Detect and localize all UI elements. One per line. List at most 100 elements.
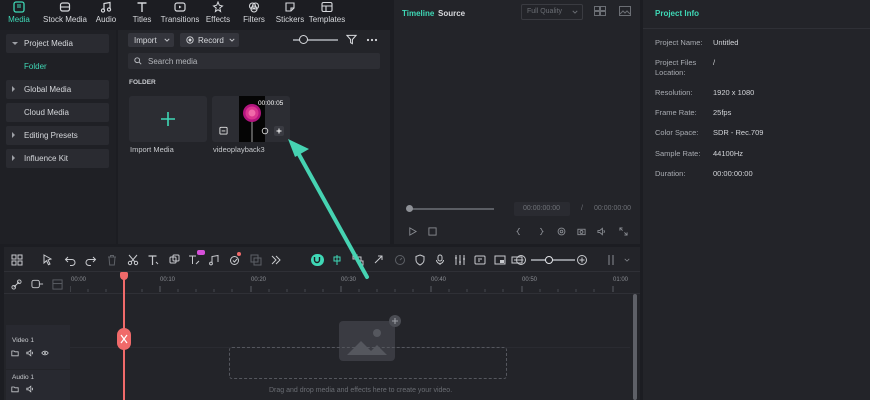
record-dropdown[interactable]: Record — [180, 33, 239, 47]
camera-snapshot-icon[interactable] — [577, 227, 586, 236]
tab-titles[interactable]: Titles — [127, 0, 157, 24]
speaker-icon[interactable] — [26, 385, 34, 393]
stop-icon[interactable] — [428, 227, 437, 236]
current-time-field[interactable]: 00:00:00:00 — [514, 202, 570, 216]
tab-timeline[interactable]: Timeline — [402, 9, 434, 18]
voiceover-icon[interactable] — [474, 254, 486, 266]
speaker-icon[interactable] — [26, 349, 34, 357]
add-track-icon[interactable] — [31, 279, 44, 289]
sidebar-item-cloud-media[interactable]: Cloud Media — [6, 103, 109, 122]
ruler-label: 01:00 — [613, 277, 629, 283]
zoom-out-icon[interactable] — [515, 254, 527, 266]
delete-icon[interactable] — [106, 254, 118, 266]
import-dropdown[interactable]: Import — [128, 33, 174, 47]
sidebar-item-influence-kit[interactable]: Influence Kit — [6, 149, 109, 168]
plus-icon — [276, 128, 282, 134]
drop-zone[interactable] — [229, 347, 507, 379]
undo-icon[interactable] — [64, 254, 76, 266]
tab-stock-media[interactable]: Stock Media — [42, 0, 88, 24]
info-key: Project Name: — [655, 38, 703, 47]
tab-audio-label: Audio — [95, 15, 117, 24]
track-manager-icon[interactable] — [52, 279, 63, 290]
redo-icon[interactable] — [85, 254, 97, 266]
select-pointer-icon[interactable] — [42, 254, 54, 266]
slider-handle[interactable] — [545, 256, 553, 264]
audio-mixer-icon[interactable] — [454, 254, 466, 266]
tab-audio[interactable]: Audio — [93, 0, 119, 24]
chevron-down-icon[interactable] — [624, 257, 630, 263]
playhead-split-handle[interactable] — [117, 328, 131, 350]
timeline-vertical-scrollbar[interactable] — [633, 294, 637, 400]
tab-transitions[interactable]: Transitions — [160, 0, 200, 24]
microphone-icon[interactable] — [434, 254, 446, 266]
tab-media[interactable]: Media — [4, 0, 34, 24]
group-icon[interactable] — [250, 254, 262, 266]
track-label: Video 1 — [12, 337, 34, 344]
tab-stickers[interactable]: Stickers — [275, 0, 305, 24]
add-to-timeline-calendar-icon[interactable] — [219, 126, 228, 135]
ruler-divider — [4, 293, 640, 294]
speed-icon[interactable] — [394, 254, 406, 266]
preview-eye-icon[interactable] — [261, 127, 269, 135]
tab-stickers-label: Stickers — [275, 15, 305, 24]
music-beat-icon[interactable] — [208, 254, 220, 266]
zoom-slider[interactable] — [531, 256, 575, 264]
sidebar-item-editing-presets[interactable]: Editing Presets — [6, 126, 109, 145]
zoom-in-icon[interactable] — [576, 254, 588, 266]
filter-icon[interactable] — [346, 34, 357, 45]
play-icon[interactable] — [408, 227, 417, 236]
media-icon — [13, 1, 25, 13]
playhead-top-marker[interactable] — [120, 272, 128, 280]
folder-icon[interactable] — [11, 349, 19, 357]
mark-out-icon[interactable] — [537, 227, 545, 236]
folder-icon[interactable] — [11, 385, 19, 393]
eye-icon[interactable] — [41, 349, 49, 357]
layout-grid-icon[interactable] — [11, 254, 23, 266]
ai-text-icon[interactable] — [188, 254, 200, 266]
sidebar-item-label: Project Media — [24, 39, 73, 48]
more-tools-icon[interactable] — [270, 254, 282, 266]
tab-filters[interactable]: Filters — [240, 0, 268, 24]
add-clip-button[interactable] — [274, 126, 284, 136]
split-scissors-icon[interactable] — [127, 254, 139, 266]
sidebar-item-project-media[interactable]: Project Media — [6, 34, 109, 53]
chevron-down-icon — [164, 38, 170, 42]
link-track-icon[interactable] — [11, 279, 22, 290]
snapshot-image-icon[interactable] — [619, 6, 631, 16]
text-tool-icon[interactable] — [147, 254, 159, 266]
sidebar-item-folder[interactable]: Folder — [24, 62, 47, 71]
chevron-down-icon — [229, 38, 235, 42]
clip-duration: 00:00:05 — [258, 100, 284, 107]
expand-arrow-icon — [12, 42, 18, 45]
quality-dropdown[interactable]: Full Quality — [521, 4, 583, 20]
sidebar-item-label: Global Media — [24, 85, 72, 94]
tab-templates[interactable]: Templates — [308, 0, 346, 24]
render-preview-icon[interactable] — [557, 227, 566, 236]
more-icon[interactable] — [366, 34, 378, 46]
grid-view-icon[interactable] — [594, 6, 606, 16]
info-key: Duration: — [655, 169, 686, 178]
progress-handle[interactable] — [406, 205, 413, 212]
search-input[interactable]: Search media — [128, 53, 380, 69]
slider-handle[interactable] — [299, 35, 308, 44]
templates-icon — [321, 1, 333, 13]
plus-icon — [392, 318, 398, 324]
crop-icon[interactable] — [168, 254, 180, 266]
mark-in-icon[interactable] — [515, 227, 523, 236]
shield-icon[interactable] — [414, 254, 426, 266]
sidebar-item-global-media[interactable]: Global Media — [6, 80, 109, 99]
picture-in-picture-icon[interactable] — [494, 254, 506, 266]
tab-source[interactable]: Source — [438, 9, 465, 18]
import-media-tile[interactable] — [129, 96, 207, 142]
tab-media-label: Media — [8, 15, 30, 24]
current-time: 00:00:00:00 — [523, 205, 560, 212]
preview-progress-bar[interactable] — [406, 205, 494, 213]
thumbnail-size-slider[interactable] — [293, 35, 338, 45]
fullscreen-icon[interactable] — [619, 227, 628, 236]
media-clip-tile[interactable]: 00:00:05 — [212, 96, 290, 142]
tab-effects[interactable]: Effects — [204, 0, 232, 24]
panel-options-icon[interactable] — [605, 254, 617, 266]
tab-stock-media-label: Stock Media — [42, 15, 88, 24]
volume-icon[interactable] — [597, 227, 606, 236]
expand-arrow-icon — [12, 86, 15, 92]
